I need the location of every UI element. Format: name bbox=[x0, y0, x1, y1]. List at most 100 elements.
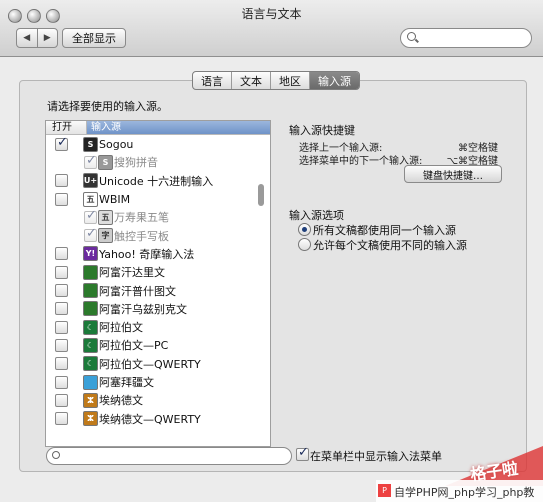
radio-per-document[interactable] bbox=[298, 238, 311, 251]
list-item[interactable]: 阿富汗普什图文 bbox=[46, 281, 270, 299]
source-checkbox[interactable] bbox=[55, 320, 68, 334]
source-label: 阿拉伯文—QWERTY bbox=[99, 357, 201, 371]
afghan-dari-flag-icon bbox=[83, 264, 98, 280]
source-label: 阿塞拜疆文 bbox=[99, 376, 154, 389]
keyboard-shortcuts-button[interactable]: 键盘快捷键… bbox=[404, 165, 502, 183]
source-label: 阿拉伯文 bbox=[99, 321, 143, 335]
options-title: 输入源选项 bbox=[289, 209, 344, 222]
yahoo-icon: Y! bbox=[83, 246, 98, 262]
azerbaijan-flag-icon bbox=[83, 374, 98, 390]
source-checkbox[interactable] bbox=[55, 284, 68, 298]
tamazight-qwerty-icon: ⵣ bbox=[83, 411, 98, 427]
source-checkbox[interactable] bbox=[55, 412, 68, 426]
source-checkbox[interactable] bbox=[55, 174, 68, 188]
source-checkbox[interactable] bbox=[55, 393, 68, 407]
arabic-pc-icon: ☾ bbox=[83, 337, 98, 353]
input-source-list[interactable]: 打开 输入源 SSogouS搜狗拼音U+Unicode 十六进制输入五WBIM五… bbox=[45, 120, 271, 447]
source-checkbox[interactable] bbox=[84, 153, 97, 169]
list-item[interactable]: ☾ 阿拉伯文 bbox=[46, 318, 270, 336]
arabic-icon: ☾ bbox=[83, 319, 98, 335]
list-item[interactable]: 五 WBIM bbox=[46, 190, 270, 208]
source-label: 埃纳德文 bbox=[99, 394, 143, 408]
list-prompt: 请选择要使用的输入源。 bbox=[47, 100, 168, 113]
tamazight-icon: ⵣ bbox=[83, 392, 98, 408]
tab-input-sources[interactable]: 输入源 bbox=[310, 72, 359, 89]
window: 语言与文本 ◀ ▶ 全部显示 语言 文本 地区 输入源 请选择要使用的输入源。 … bbox=[0, 0, 543, 502]
show-menu-checkbox[interactable] bbox=[296, 445, 309, 461]
source-label: 触控手写板 bbox=[114, 229, 169, 243]
arabic-qwerty-icon: ☾ bbox=[83, 356, 98, 372]
source-label: 万寿果五笔 bbox=[114, 211, 169, 225]
list-item[interactable]: ☾ 阿拉伯文—PC bbox=[46, 336, 270, 354]
forward-button[interactable]: ▶ bbox=[38, 29, 58, 47]
sogou-icon: S bbox=[83, 136, 98, 152]
watermark-bottom-text: 自学PHP网_php学习_php教 bbox=[394, 486, 535, 499]
source-label: Sogou bbox=[99, 137, 134, 151]
source-checkbox[interactable] bbox=[55, 192, 68, 206]
source-label: 搜狗拼音 bbox=[114, 156, 158, 170]
source-checkbox[interactable] bbox=[55, 357, 68, 371]
list-scrollbar[interactable] bbox=[258, 184, 264, 206]
show-all-button[interactable]: 全部显示 bbox=[62, 28, 126, 48]
source-label: Yahoo! 奇摩输入法 bbox=[99, 247, 195, 261]
next-source-label: 选择菜单中的下一个输入源: bbox=[299, 156, 423, 167]
source-label: 阿富汗乌兹别克文 bbox=[99, 302, 187, 316]
list-rows: SSogouS搜狗拼音U+Unicode 十六进制输入五WBIM五万寿果五笔字触… bbox=[46, 135, 270, 428]
source-checkbox[interactable] bbox=[55, 338, 68, 352]
watermark-logo-icon: P bbox=[378, 484, 391, 497]
tab-region[interactable]: 地区 bbox=[271, 72, 310, 89]
source-label: 埃纳德文—QWERTY bbox=[99, 412, 201, 426]
source-checkbox[interactable] bbox=[55, 302, 68, 316]
search-icon bbox=[52, 451, 60, 459]
source-label: 阿拉伯文—PC bbox=[99, 339, 169, 353]
source-checkbox[interactable] bbox=[84, 226, 97, 243]
wubi-sub-icon: 五 bbox=[98, 209, 113, 225]
column-enabled[interactable]: 打开 bbox=[46, 121, 87, 134]
column-source[interactable]: 输入源 bbox=[87, 121, 270, 134]
list-item[interactable]: U+ Unicode 十六进制输入 bbox=[46, 172, 270, 190]
list-header: 打开 输入源 bbox=[46, 121, 270, 135]
source-label: 阿富汗普什图文 bbox=[99, 284, 176, 298]
filter-search-field[interactable] bbox=[46, 447, 292, 465]
afghan-uzbek-flag-icon bbox=[83, 301, 98, 317]
radio-same-source-label: 所有文稿都使用同一个输入源 bbox=[313, 224, 456, 237]
source-checkbox[interactable] bbox=[55, 375, 68, 389]
tab-text[interactable]: 文本 bbox=[232, 72, 271, 89]
search-field[interactable] bbox=[400, 28, 532, 48]
list-item[interactable]: ⵣ 埃纳德文—QWERTY bbox=[46, 409, 270, 427]
list-item[interactable]: ⵣ 埃纳德文 bbox=[46, 391, 270, 409]
source-checkbox[interactable] bbox=[55, 247, 68, 261]
show-menu-label: 在菜单栏中显示输入法菜单 bbox=[310, 450, 442, 463]
unicode-hex-icon: U+ bbox=[83, 173, 98, 189]
watermark-bottom-bar: P 自学PHP网_php学习_php教 bbox=[376, 480, 543, 502]
list-item[interactable]: SSogou bbox=[46, 135, 270, 153]
window-title: 语言与文本 bbox=[241, 7, 302, 21]
list-item[interactable]: 阿富汗达里文 bbox=[46, 263, 270, 281]
list-item[interactable]: ☾ 阿拉伯文—QWERTY bbox=[46, 355, 270, 373]
handwriting-icon: 字 bbox=[98, 228, 113, 244]
radio-same-source[interactable] bbox=[298, 223, 311, 236]
source-label: WBIM bbox=[99, 192, 131, 206]
radio-per-document-label: 允许每个文稿使用不同的输入源 bbox=[313, 239, 467, 252]
list-item[interactable]: 阿塞拜疆文 bbox=[46, 373, 270, 391]
list-item[interactable]: 字触控手写板 bbox=[46, 226, 270, 244]
shortcuts-title: 输入源快捷键 bbox=[289, 124, 355, 137]
source-label: Unicode 十六进制输入 bbox=[99, 174, 214, 188]
list-item[interactable]: S搜狗拼音 bbox=[46, 153, 270, 171]
tab-language[interactable]: 语言 bbox=[193, 72, 232, 89]
afghan-pashto-flag-icon bbox=[83, 283, 98, 299]
source-checkbox[interactable] bbox=[84, 208, 97, 224]
back-button[interactable]: ◀ bbox=[17, 29, 38, 47]
source-label: 阿富汗达里文 bbox=[99, 266, 165, 280]
list-item[interactable]: Y! Yahoo! 奇摩输入法 bbox=[46, 245, 270, 263]
tab-bar: 语言 文本 地区 输入源 bbox=[192, 71, 360, 90]
source-checkbox[interactable] bbox=[55, 265, 68, 279]
search-icon bbox=[407, 32, 416, 41]
titlebar: 语言与文本 ◀ ▶ 全部显示 bbox=[0, 0, 543, 57]
wubi-icon: 五 bbox=[83, 191, 98, 207]
list-item[interactable]: 五万寿果五笔 bbox=[46, 208, 270, 226]
source-checkbox[interactable] bbox=[55, 135, 68, 151]
sogou-pinyin-icon: S bbox=[98, 154, 113, 170]
nav-segment: ◀ ▶ bbox=[16, 28, 58, 48]
list-item[interactable]: 阿富汗乌兹别克文 bbox=[46, 300, 270, 318]
